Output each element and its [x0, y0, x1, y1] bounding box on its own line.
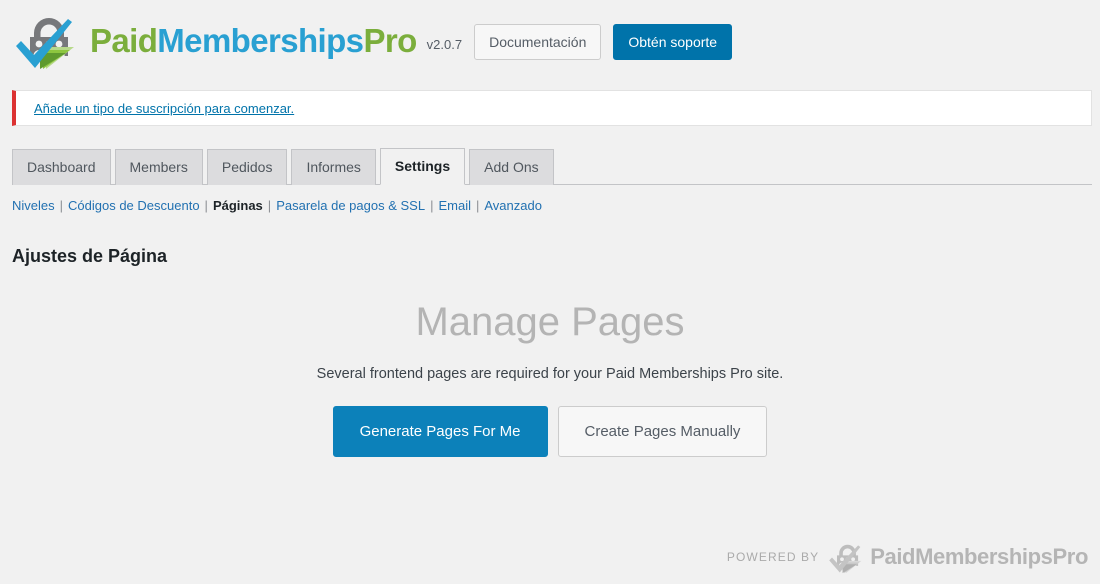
- subnav-item-avanzado[interactable]: Avanzado: [484, 198, 542, 213]
- logo-word-paid: Paid: [90, 21, 158, 59]
- logo-word-pro: Pro: [363, 21, 417, 59]
- pmpro-logo-wordmark: PaidMembershipsPro: [90, 24, 417, 57]
- manage-pages-heading: Manage Pages: [415, 300, 685, 344]
- tab-informes[interactable]: Informes: [291, 149, 376, 185]
- pmpro-footer-logo-icon: [827, 538, 867, 576]
- subnav-separator: |: [430, 198, 434, 213]
- generate-pages-for-me-button[interactable]: Generate Pages For Me: [332, 406, 548, 457]
- manage-pages-panel: Manage Pages Several frontend pages are …: [0, 300, 1100, 457]
- tab-settings[interactable]: Settings: [379, 148, 466, 185]
- subnav-separator: |: [267, 198, 272, 213]
- tab-add-ons[interactable]: Add Ons: [469, 149, 554, 185]
- manage-pages-description: Several frontend pages are required for …: [316, 366, 784, 382]
- logo-word-memberships: Memberships: [157, 21, 364, 59]
- subnav-item-email[interactable]: Email: [438, 198, 471, 213]
- subnav-separator: |: [475, 198, 480, 213]
- subnav-separator: |: [59, 198, 64, 213]
- tab-dashboard[interactable]: Dashboard: [12, 149, 111, 185]
- plugin-header: PaidMembershipsPro v2.0.7 Documentación …: [0, 0, 1100, 80]
- subnav-item-pasarela-de-pagos-ssl[interactable]: Pasarela de pagos & SSL: [276, 198, 425, 213]
- manage-pages-actions: Generate Pages For Me Create Pages Manua…: [0, 406, 1100, 457]
- powered-by-footer: POWERED BY PaidMembershipsPro: [727, 538, 1088, 576]
- subnav-item-paginas[interactable]: Páginas: [213, 198, 263, 213]
- subnav-item-niveles[interactable]: Niveles: [12, 198, 55, 213]
- create-pages-manually-button[interactable]: Create Pages Manually: [557, 406, 768, 457]
- settings-subnav: Niveles | Códigos de Descuento | Páginas | Pas…: [12, 198, 542, 213]
- tab-pedidos[interactable]: Pedidos: [206, 149, 288, 185]
- version-label: v2.0.7: [426, 36, 463, 52]
- pmpro-logo-icon: [12, 7, 84, 73]
- documentation-button[interactable]: Documentación: [474, 23, 602, 60]
- tab-members[interactable]: Members: [114, 149, 203, 185]
- pmpro-footer-wordmark: PaidMembershipsPro: [870, 544, 1088, 569]
- primary-tab-bar: Dashboard Members Pedidos Informes Setti…: [12, 148, 1092, 185]
- page-title: Ajustes de Página: [12, 246, 168, 267]
- get-support-button[interactable]: Obtén soporte: [613, 23, 733, 60]
- admin-notice: Añade un tipo de suscripción para comenz…: [12, 90, 1092, 126]
- powered-by-label: POWERED BY: [726, 550, 820, 564]
- subnav-separator: |: [204, 198, 208, 213]
- subnav-item-codigos-de-descuento[interactable]: Códigos de Descuento: [68, 198, 200, 213]
- add-membership-level-link[interactable]: Añade un tipo de suscripción para comenz…: [34, 101, 294, 116]
